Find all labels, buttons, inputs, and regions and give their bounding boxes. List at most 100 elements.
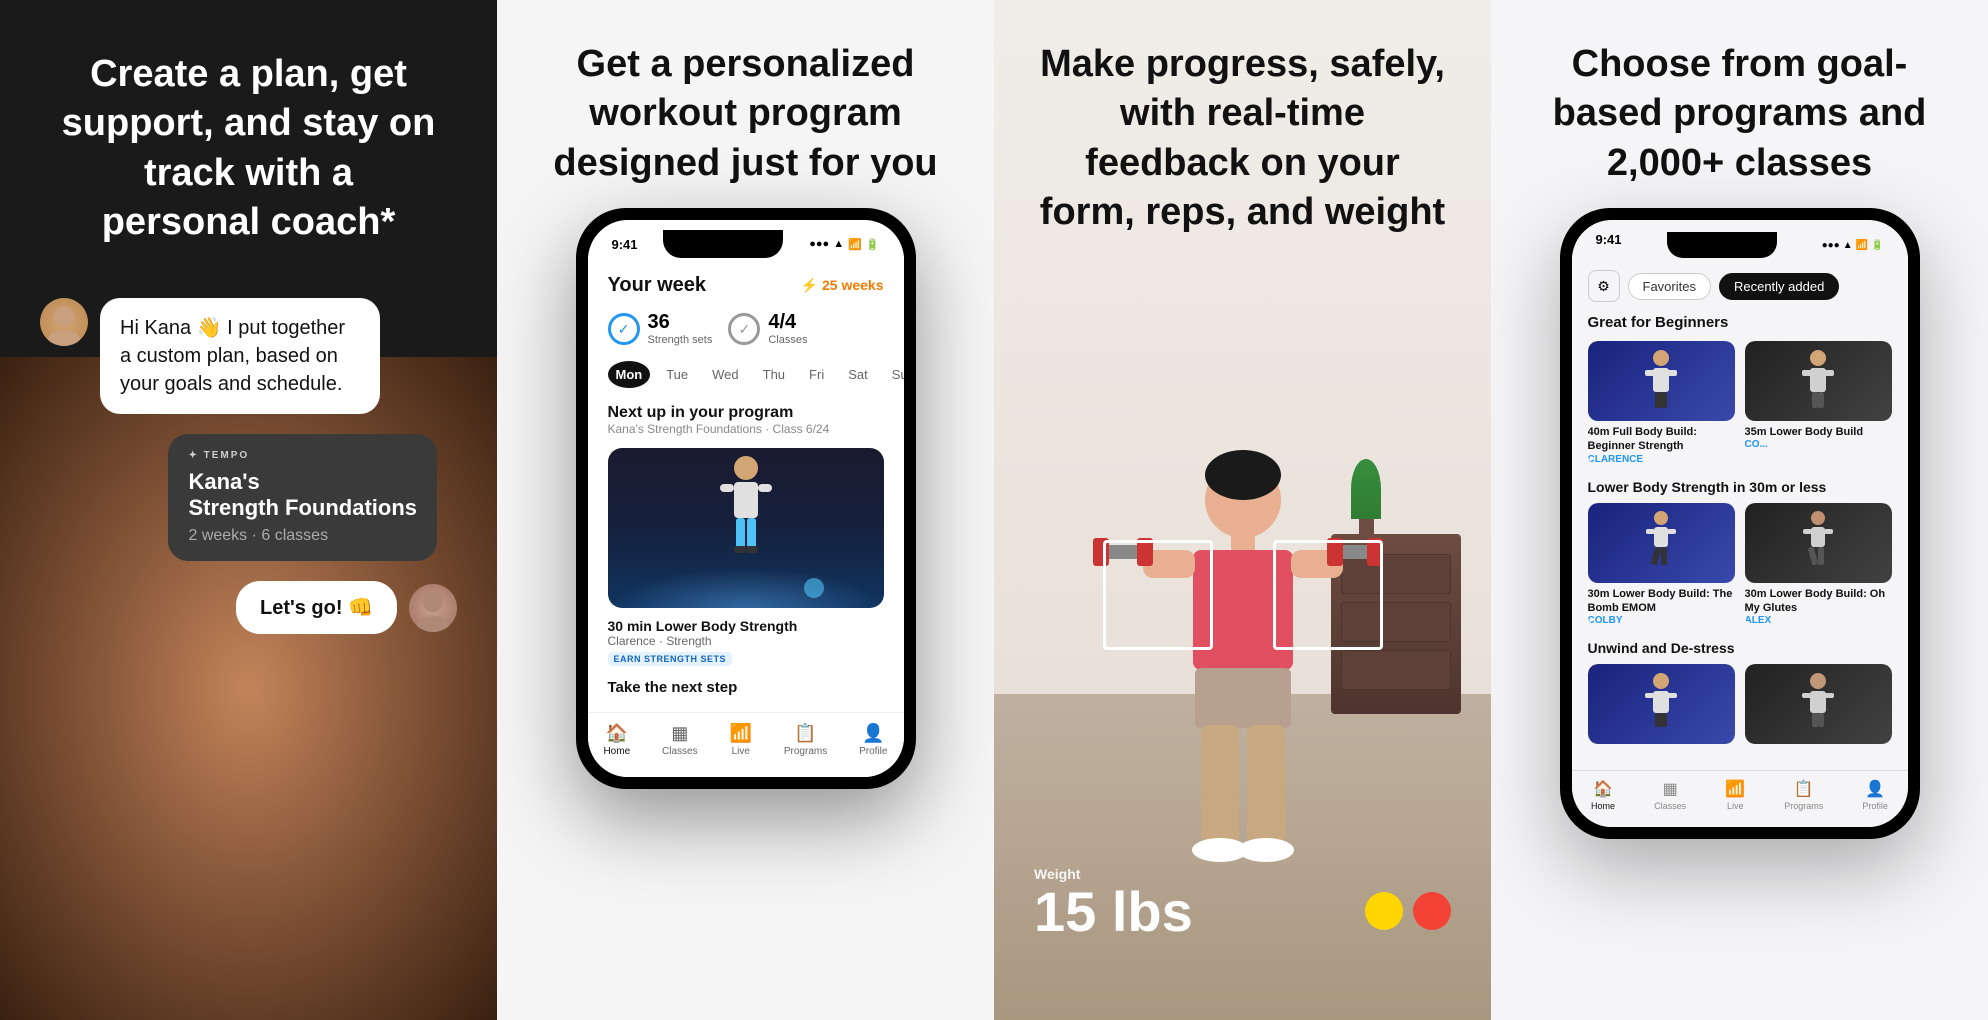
live-icon-2: 📶: [730, 723, 752, 744]
classes-icon-2: ▦: [671, 723, 688, 744]
panel-2-title: Get a personalized workout program desig…: [537, 40, 954, 188]
day-sat[interactable]: Sat: [840, 361, 876, 388]
favorites-chip[interactable]: Favorites: [1628, 273, 1711, 300]
workout-preview: [608, 448, 884, 608]
nav-live-label-2: Live: [732, 746, 750, 757]
phone-mockup-4: 9:41 ●●● ▲ 📶 🔋 ⚙ Favorites: [1560, 208, 1920, 839]
program-details: 2 weeks · 6 classes: [188, 527, 417, 545]
nav-live-2[interactable]: 📶 Live: [730, 723, 752, 757]
class-thumb-4: [1745, 503, 1892, 583]
profile-icon-4: 👤: [1865, 779, 1885, 799]
user-reply: Let's go! 👊: [40, 581, 457, 634]
card-trainer-4: ALEX: [1745, 615, 1892, 626]
class-card-2[interactable]: 35m Lower Body Build CO...: [1745, 341, 1892, 465]
beginners-grid: 40m Full Body Build: Beginner Strength C…: [1588, 341, 1892, 465]
status-icons-2: ●●● ▲ 📶 🔋: [809, 238, 879, 251]
nav-home-4[interactable]: 🏠 Home: [1591, 779, 1615, 811]
recently-added-chip[interactable]: Recently added: [1719, 273, 1839, 300]
nav-profile-2[interactable]: 👤 Profile: [859, 723, 887, 757]
card-title-2: 35m Lower Body Build: [1745, 425, 1892, 439]
panel-program: Get a personalized workout program desig…: [497, 0, 994, 1020]
nav-programs-4[interactable]: 📋 Programs: [1784, 779, 1823, 811]
class-card-4[interactable]: 30m Lower Body Build: Oh My Glutes ALEX: [1745, 503, 1892, 627]
day-thu[interactable]: Thu: [755, 361, 793, 388]
day-wed[interactable]: Wed: [704, 361, 747, 388]
nav-profile-label-2: Profile: [859, 746, 887, 757]
card-title-1: 40m Full Body Build: Beginner Strength: [1588, 425, 1735, 454]
indicator-red: [1413, 892, 1451, 930]
indicator-yellow: [1365, 892, 1403, 930]
program-card-container: ✦ TEMPO Kana'sStrength Foundations 2 wee…: [40, 434, 437, 562]
nav-home-2[interactable]: 🏠 Home: [603, 723, 630, 757]
card-title-4: 30m Lower Body Build: Oh My Glutes: [1745, 587, 1892, 616]
next-up-section: Next up in your program Kana's Strength …: [608, 404, 884, 436]
day-mon[interactable]: Mon: [608, 361, 651, 388]
take-next-step: Take the next step: [608, 679, 884, 696]
home-icon-2: 🏠: [606, 723, 628, 744]
filter-row: ⚙ Favorites Recently added: [1588, 270, 1892, 302]
program-card: ✦ TEMPO Kana'sStrength Foundations 2 wee…: [168, 434, 437, 562]
nav-live-4[interactable]: 📶 Live: [1725, 779, 1745, 811]
program-brand: ✦ TEMPO: [188, 450, 417, 461]
phone-screen-4: 9:41 ●●● ▲ 📶 🔋 ⚙ Favorites: [1572, 220, 1908, 827]
workout-subtitle: Clarence · Strength: [608, 634, 884, 648]
program-name: Kana'sStrength Foundations: [188, 469, 417, 522]
nav-classes-2[interactable]: ▦ Classes: [662, 723, 698, 757]
class-card-3[interactable]: 30m Lower Body Build: The Bomb EMOM COLB…: [1588, 503, 1735, 627]
class-card-6[interactable]: [1745, 664, 1892, 744]
strength-value: 36: [648, 311, 713, 334]
workout-desc: 30 min Lower Body Strength Clarence · St…: [608, 618, 884, 667]
days-row: Mon Tue Wed Thu Fri Sat Sun: [608, 361, 884, 388]
coach-avatar: [40, 298, 88, 346]
weight-value: 15 lbs: [1034, 884, 1193, 940]
class-thumb-6: [1745, 664, 1892, 744]
panel-classes: Choose from goal-based programs and 2,00…: [1491, 0, 1988, 1020]
strength-label: Strength sets: [648, 334, 713, 347]
person-container: [1083, 420, 1403, 940]
nav-profile-label-4: Profile: [1862, 801, 1888, 811]
nav-programs-label-2: Programs: [784, 746, 827, 757]
day-sun[interactable]: Sun: [884, 361, 904, 388]
your-week-title: Your week: [608, 274, 707, 297]
stats-row: ✓ 36 Strength sets ✓ 4/4 Class: [608, 311, 884, 347]
class-thumb-3: [1588, 503, 1735, 583]
user-avatar: [409, 584, 457, 632]
chat-message-1: Hi Kana 👋 I put together a custom plan, …: [40, 298, 457, 414]
day-tue[interactable]: Tue: [658, 361, 696, 388]
section-lower-title: Lower Body Strength in 30m or less: [1588, 479, 1892, 495]
panel-2-header: Get a personalized workout program desig…: [497, 0, 994, 208]
panel-3-title: Make progress, safely, with real-time fe…: [1034, 40, 1451, 238]
nav-programs-2[interactable]: 📋 Programs: [784, 723, 827, 757]
unwind-grid: [1588, 664, 1892, 744]
filter-icon[interactable]: ⚙: [1588, 270, 1620, 302]
nav-classes-label-2: Classes: [662, 746, 698, 757]
classes-label: Classes: [768, 334, 807, 347]
class-card-1[interactable]: 40m Full Body Build: Beginner Strength C…: [1588, 341, 1735, 465]
panel-4-header: Choose from goal-based programs and 2,00…: [1491, 0, 1988, 208]
panel-4-title: Choose from goal-based programs and 2,00…: [1531, 40, 1948, 188]
phone-nav-4: 🏠 Home ▦ Classes 📶 Live 📋 Programs 👤: [1572, 770, 1908, 827]
day-fri[interactable]: Fri: [801, 361, 832, 388]
lets-go-bubble: Let's go! 👊: [236, 581, 397, 634]
time-2: 9:41: [612, 237, 638, 252]
earn-badge: EARN STRENGTH SETS: [608, 652, 733, 666]
weight-label: Weight: [1034, 866, 1193, 882]
status-bar-2: 9:41 ●●● ▲ 📶 🔋: [588, 220, 904, 258]
chat-area: Hi Kana 👋 I put together a custom plan, …: [0, 278, 497, 655]
class-card-5[interactable]: [1588, 664, 1735, 744]
nav-profile-4[interactable]: 👤 Profile: [1862, 779, 1888, 811]
classes-circle: ✓: [728, 313, 760, 345]
phone-screen-2: 9:41 ●●● ▲ 📶 🔋 Your week ⚡ 25 weeks: [588, 220, 904, 777]
panel-1-header: Create a plan, get support, and stay on …: [0, 0, 497, 278]
nav-classes-4[interactable]: ▦ Classes: [1654, 779, 1686, 811]
weeks-count: ⚡ 25 weeks: [801, 277, 884, 294]
nav-live-label-4: Live: [1727, 801, 1744, 811]
detection-box-left: [1103, 540, 1213, 650]
stat-classes: ✓ 4/4 Classes: [728, 311, 807, 347]
nav-programs-label-4: Programs: [1784, 801, 1823, 811]
detection-box-right: [1273, 540, 1383, 650]
stat-strength: ✓ 36 Strength sets: [608, 311, 713, 347]
class-thumb-1: [1588, 341, 1735, 421]
app-content-2: Your week ⚡ 25 weeks ✓ 36 Strength sets: [588, 258, 904, 712]
section-beginners-title: Great for Beginners: [1588, 314, 1892, 331]
